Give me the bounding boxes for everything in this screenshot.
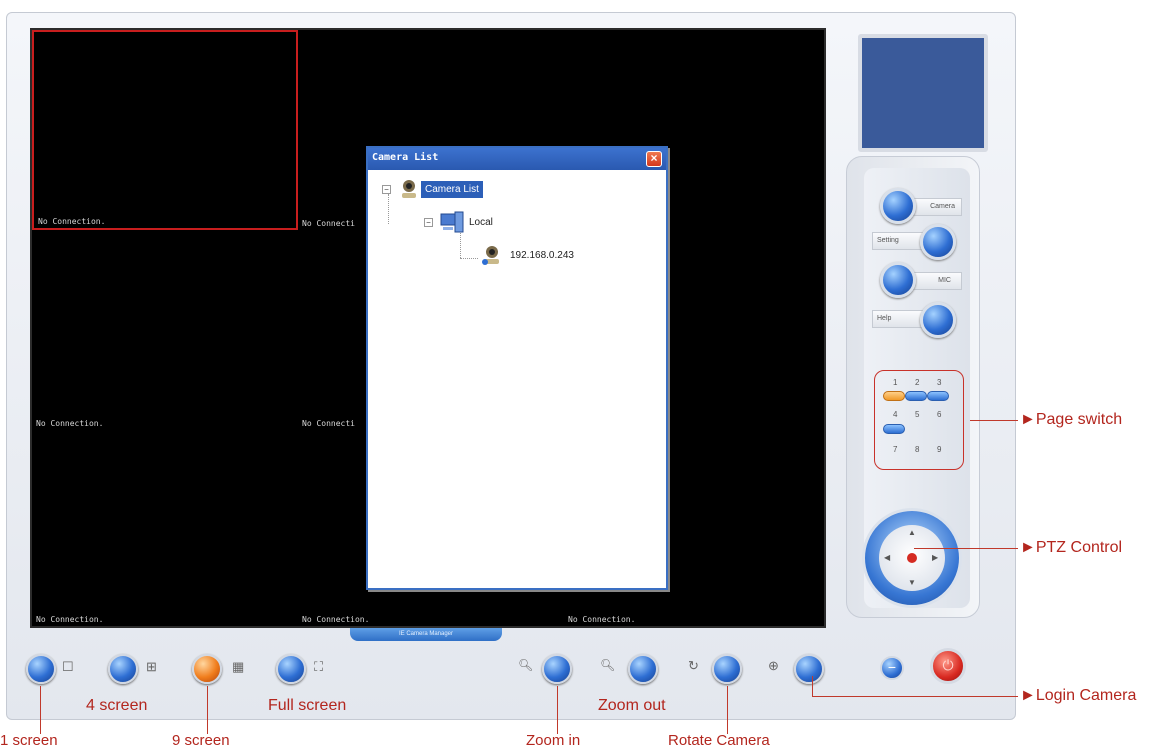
annotation-line [40,686,41,734]
annotation-nine-screen: 9 screen [172,732,230,749]
setting-button[interactable] [920,224,956,260]
tree-item-local[interactable]: − Local [424,210,493,234]
nine-screen-button[interactable] [192,654,222,684]
single-view-icon: ☐ [62,659,74,674]
annotation-four-screen: 4 screen [86,697,148,714]
camera-button[interactable] [880,188,916,224]
zoom-out-button[interactable] [628,654,658,684]
pan-up-icon[interactable]: ▲ [908,528,916,537]
cell-status: No Connection. [302,615,370,624]
tree-label-local: Local [469,216,493,228]
power-button[interactable]: ⏻ [930,648,966,684]
cell-status: No Connection. [36,615,104,624]
annotation-line [914,548,1018,549]
page-3-button[interactable] [927,391,949,401]
pan-down-icon[interactable]: ▼ [908,578,916,587]
video-cell-4[interactable]: No Connection. [32,230,298,430]
annotation-text: PTZ Control [1035,539,1123,556]
annotation-one-screen: 1 screen [0,732,58,749]
minimize-button[interactable]: − [880,656,904,680]
annotation-line [727,686,728,734]
computer-icon [440,211,464,233]
annotation-zoom-out: Zoom out [598,697,666,714]
ptz-center-dot [907,553,917,563]
zoom-in-button[interactable] [542,654,572,684]
page-2-button[interactable] [905,391,927,401]
fullscreen-icon: ⛶ [314,659,324,674]
annotation-login: ►Login Camera [1020,687,1137,704]
setting-label: Setting [872,232,924,250]
page-number: 2 [915,378,920,387]
dialog-title: Camera List [372,152,439,163]
tree-label-device: 192.168.0.243 [510,249,574,261]
camera-icon [402,180,416,198]
page-1-button[interactable] [883,391,905,401]
mic-label: MIC [910,272,962,290]
pan-left-icon[interactable]: ◀ [884,553,890,562]
magnifier-icon: 🔍︎ [518,658,534,672]
page-number: 9 [937,445,942,454]
annotation-line [812,676,813,696]
tree-item-device[interactable]: 192.168.0.243 [480,244,574,266]
annotation-line [812,696,1018,697]
annotation-page-switch: ►Page switch [1020,411,1123,428]
page-number: 1 [893,378,898,387]
cell-status: No Connection. [38,217,106,226]
close-icon[interactable]: × [646,151,662,167]
page-4-button[interactable] [883,424,905,434]
annotation-ptz: ►PTZ Control [1020,539,1123,556]
globe-icon: ⊕ [768,658,779,673]
four-screen-button[interactable] [108,654,138,684]
page-number: 7 [893,445,898,454]
magnifier-icon: 🔍︎ [600,658,616,672]
mic-button[interactable] [880,262,916,298]
tree-connector [460,230,461,258]
collapse-icon[interactable]: − [382,184,391,194]
cell-status: No Connecti [302,219,355,228]
tree-connector [460,258,478,259]
rotate-camera-button[interactable] [712,654,742,684]
rotate-icon: ↻ [688,658,699,673]
annotation-text: Page switch [1035,411,1123,428]
video-cell-7[interactable]: No Connection. [32,430,298,626]
tree-item-root[interactable]: − Camera List [382,178,483,200]
page-number: 5 [915,410,920,419]
camera-label: Camera [910,198,962,216]
annotation-line [970,420,1018,421]
annotation-rotate-camera: Rotate Camera [668,732,770,749]
tree-label-root: Camera List [421,180,483,198]
cell-status: No Connection. [568,615,636,624]
annotation-text: Login Camera [1035,687,1137,704]
page-number: 8 [915,445,920,454]
camera-list-dialog: Camera List × − Camera List − Local 192.… [366,146,668,590]
preview-screen [858,34,988,152]
one-screen-button[interactable] [26,654,56,684]
cell-status: No Connecti [302,419,355,428]
annotation-line [557,686,558,734]
video-cell-1[interactable]: No Connection. [32,30,298,230]
annotation-zoom-in: Zoom in [526,732,581,749]
cell-status: No Connection. [36,419,104,428]
camera-manager-tab[interactable]: IE Camera Manager [350,628,502,641]
dialog-titlebar[interactable]: Camera List × [368,148,666,170]
help-label: Help [872,310,924,328]
help-button[interactable] [920,302,956,338]
annotation-line [207,686,208,734]
quad-view-icon: ⊞ [146,659,157,674]
annotation-full-screen: Full screen [268,697,347,714]
login-camera-button[interactable] [794,654,824,684]
page-number: 6 [937,410,942,419]
pan-right-icon[interactable]: ▶ [932,553,938,562]
camera-device-icon [482,246,499,265]
collapse-icon[interactable]: − [424,217,433,227]
page-number: 3 [937,378,942,387]
full-screen-button[interactable] [276,654,306,684]
nine-view-icon: ▦ [232,659,245,674]
page-number: 4 [893,410,898,419]
